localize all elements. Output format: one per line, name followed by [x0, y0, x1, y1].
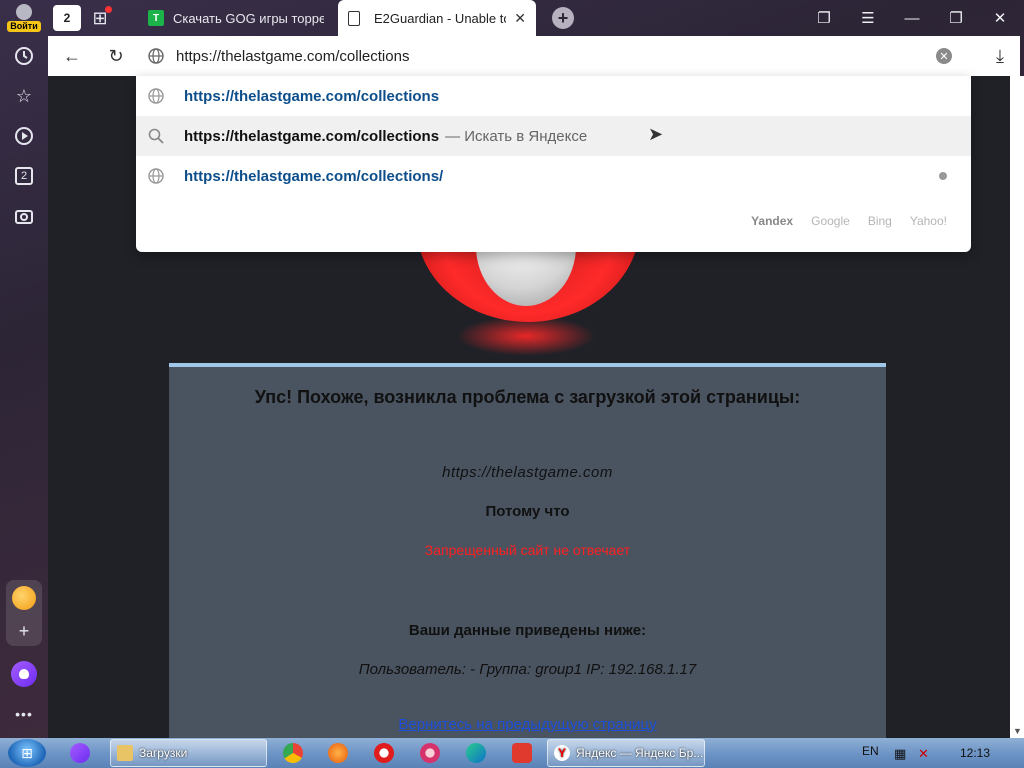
go-back-link[interactable]: Вернитесь на предыдущую страницу	[398, 716, 656, 733]
engine-yandex[interactable]: Yandex	[751, 214, 793, 228]
mouse-cursor-icon: ➤	[648, 124, 664, 144]
page-scrollbar[interactable]: ▼	[1010, 76, 1024, 738]
user-info: Пользователь: - Группа: group1 IP: 192.1…	[358, 661, 697, 678]
menu-hamburger-icon[interactable]: ☰	[856, 6, 880, 30]
search-in-yandex-hint: — Искать в Яндексе	[445, 127, 588, 145]
taskbar-yandex-browser[interactable]: Y Яндекс — Яндекс Бр...	[547, 739, 705, 767]
torrent-site-favicon-icon: T	[148, 10, 164, 26]
scroll-down-arrow-icon[interactable]: ▼	[1013, 726, 1022, 736]
engine-yahoo[interactable]: Yahoo!	[910, 214, 947, 228]
download-icon[interactable]: ⤓	[988, 44, 1012, 68]
alice-taskbar-icon[interactable]	[70, 743, 90, 763]
chrome-icon[interactable]	[283, 743, 303, 763]
network-tray-icon[interactable]: ▦	[894, 746, 906, 762]
firefox-icon[interactable]	[328, 743, 348, 763]
engine-bing[interactable]: Bing	[868, 214, 892, 228]
new-window-icon[interactable]: ⊞	[88, 6, 112, 30]
error-heading: Упс! Похоже, возникла проблема с загрузк…	[254, 387, 801, 407]
folder-icon	[117, 745, 133, 761]
volume-muted-icon[interactable]: ✕	[918, 746, 929, 762]
alice-assistant-icon[interactable]	[11, 661, 37, 687]
remove-suggestion-dot-icon[interactable]	[939, 172, 947, 180]
address-suggestions-dropdown: https://thelastgame.com/collections http…	[136, 76, 971, 252]
suggestion-query: https://thelastgame.com/collections	[184, 127, 440, 145]
play-media-icon[interactable]	[12, 124, 36, 148]
address-bar[interactable]: ✕	[136, 36, 970, 76]
more-dots-icon[interactable]: •••	[12, 702, 36, 726]
address-input[interactable]	[176, 47, 916, 65]
suggestion-url: https://thelastgame.com/collections/	[184, 167, 444, 185]
taskbar-folder-label: Загрузки	[139, 746, 188, 760]
suggestion-item[interactable]: https://thelastgame.com/collections	[136, 76, 971, 116]
globe-icon	[136, 88, 176, 104]
tab-title: Скачать GOG игры торрен	[173, 10, 324, 26]
vivaldi-icon[interactable]	[512, 743, 532, 763]
home-tabs-button[interactable]: 2	[53, 5, 81, 31]
globe-icon	[148, 48, 164, 64]
bookmarks-star-icon[interactable]: ☆	[12, 84, 36, 108]
taskbar-browser-label: Яндекс — Яндекс Бр...	[576, 746, 704, 760]
restore-window-icon[interactable]: ❐	[944, 6, 968, 30]
home-tabs-count: 2	[63, 11, 71, 25]
yandex-browser-icon: Y	[554, 745, 570, 761]
start-button-windows-icon[interactable]: ⊞	[8, 739, 46, 767]
new-tab-plus-icon[interactable]: +	[552, 7, 574, 29]
edge-icon[interactable]	[466, 743, 486, 763]
close-tab-icon[interactable]: ✕	[514, 10, 526, 27]
taskbar-folder-downloads[interactable]: Загрузки	[110, 739, 267, 767]
back-arrow-icon[interactable]: ←	[60, 44, 84, 68]
error-panel: Упс! Похоже, возникла проблема с загрузк…	[169, 363, 886, 738]
history-icon[interactable]	[12, 44, 36, 68]
tab-gog-torrents[interactable]: T Скачать GOG игры торрен	[138, 0, 334, 36]
reason-label: Потому что	[485, 503, 570, 520]
navigation-toolbar: ← ↻ ✕ ⤓	[48, 36, 1020, 76]
notification-dot	[105, 6, 112, 13]
user-data-heading: Ваши данные приведены ниже:	[408, 622, 647, 639]
browser-sidebar: Войти ☆ 2 + •••	[0, 0, 48, 738]
globe-icon	[136, 168, 176, 184]
suggestion-search-item[interactable]: https://thelastgame.com/collections — Ис…	[136, 116, 971, 156]
opera-gx-icon[interactable]	[420, 743, 440, 763]
tabs-count-badge: 2	[15, 167, 33, 185]
tabs-count-icon[interactable]: 2	[12, 164, 36, 188]
page-favicon-icon	[348, 10, 360, 26]
clear-address-icon[interactable]: ✕	[936, 48, 952, 64]
search-engine-selector: Yandex Google Bing Yahoo!	[751, 214, 947, 228]
tab-title: E2Guardian - Unable to lo	[374, 10, 506, 26]
suggestion-item[interactable]: https://thelastgame.com/collections/	[136, 156, 971, 196]
engine-google[interactable]: Google	[811, 214, 850, 228]
suggestion-url: https://thelastgame.com/collections	[184, 87, 440, 105]
mail-icon[interactable]	[12, 586, 36, 610]
minimize-icon[interactable]: —	[900, 6, 924, 30]
bookmarks-collection-icon[interactable]: ❐	[812, 6, 836, 30]
tab-e2guardian[interactable]: E2Guardian - Unable to lo ✕	[338, 0, 536, 36]
opera-icon[interactable]	[374, 743, 394, 763]
reload-icon[interactable]: ↻	[104, 44, 128, 68]
close-window-icon[interactable]: ✕	[988, 6, 1012, 30]
blocked-site-url: https://thelastgame.com	[442, 464, 613, 481]
user-avatar-icon	[16, 4, 32, 20]
language-indicator[interactable]: EN	[862, 744, 879, 758]
clock[interactable]: 12:13	[960, 746, 990, 760]
login-label: Войти	[7, 21, 41, 32]
add-widget-plus-icon[interactable]: +	[12, 619, 36, 643]
profile-login-button[interactable]: Войти	[7, 3, 41, 33]
screenshot-camera-icon[interactable]	[12, 204, 36, 228]
search-icon	[136, 128, 176, 144]
windows-taskbar: ⊞ Загрузки Y Яндекс — Яндекс Бр... EN ▦ …	[0, 738, 1024, 768]
tab-strip: 2 ⊞ T Скачать GOG игры торрен E2Guardian…	[48, 0, 1024, 36]
block-reason: Запрещенный сайт не отвечает	[424, 542, 631, 558]
